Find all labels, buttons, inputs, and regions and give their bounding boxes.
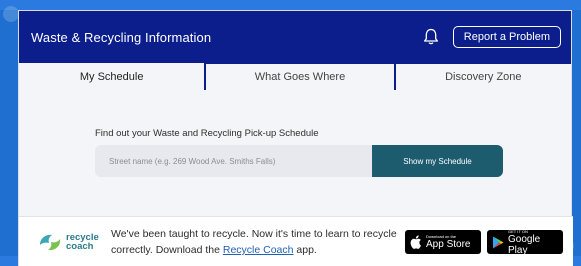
show-schedule-button[interactable]: Show my Schedule: [372, 145, 503, 177]
widget-title: Waste & Recycling Information: [31, 29, 212, 45]
google-play-text: Google Play: [508, 233, 541, 256]
widget-header: Waste & Recycling Information Report a P…: [19, 11, 571, 63]
background-band-top: [0, 0, 581, 10]
google-play-badge[interactable]: GET IT ON Google Play: [487, 229, 563, 256]
schedule-panel: Find out your Waste and Recycling Pick-u…: [19, 90, 571, 230]
bell-icon[interactable]: [421, 27, 441, 47]
tab-bar: My Schedule What Goes Where Discovery Zo…: [19, 63, 571, 90]
schedule-prompt: Find out your Waste and Recycling Pick-u…: [95, 128, 319, 139]
tab-my-schedule[interactable]: My Schedule: [19, 63, 205, 90]
app-store-badge[interactable]: Download on the App Store: [405, 230, 481, 254]
message-text-end: app.: [293, 244, 317, 256]
recycle-coach-footer: recycle coach We've been taught to recyc…: [19, 216, 573, 266]
app-store-text: App Store: [426, 239, 471, 250]
recycle-coach-message: We've been taught to recycle. Now it's t…: [111, 226, 399, 258]
google-play-icon: [492, 236, 504, 249]
schedule-search-row: Show my Schedule: [95, 145, 503, 177]
recycle-coach-link[interactable]: Recycle Coach: [223, 244, 294, 256]
logo-line-coach: coach: [66, 241, 94, 252]
waste-recycling-widget: Waste & Recycling Information Report a P…: [18, 10, 573, 266]
background-dot: [3, 6, 19, 22]
report-problem-button[interactable]: Report a Problem: [452, 26, 561, 48]
tab-discovery-zone[interactable]: Discovery Zone: [393, 63, 571, 90]
apple-icon: [410, 235, 422, 249]
recycle-coach-logo: recycle coach: [37, 231, 107, 253]
recycle-coach-logo-icon: [40, 234, 61, 251]
tab-what-goes-where[interactable]: What Goes Where: [204, 63, 394, 90]
street-name-input[interactable]: [95, 145, 372, 177]
